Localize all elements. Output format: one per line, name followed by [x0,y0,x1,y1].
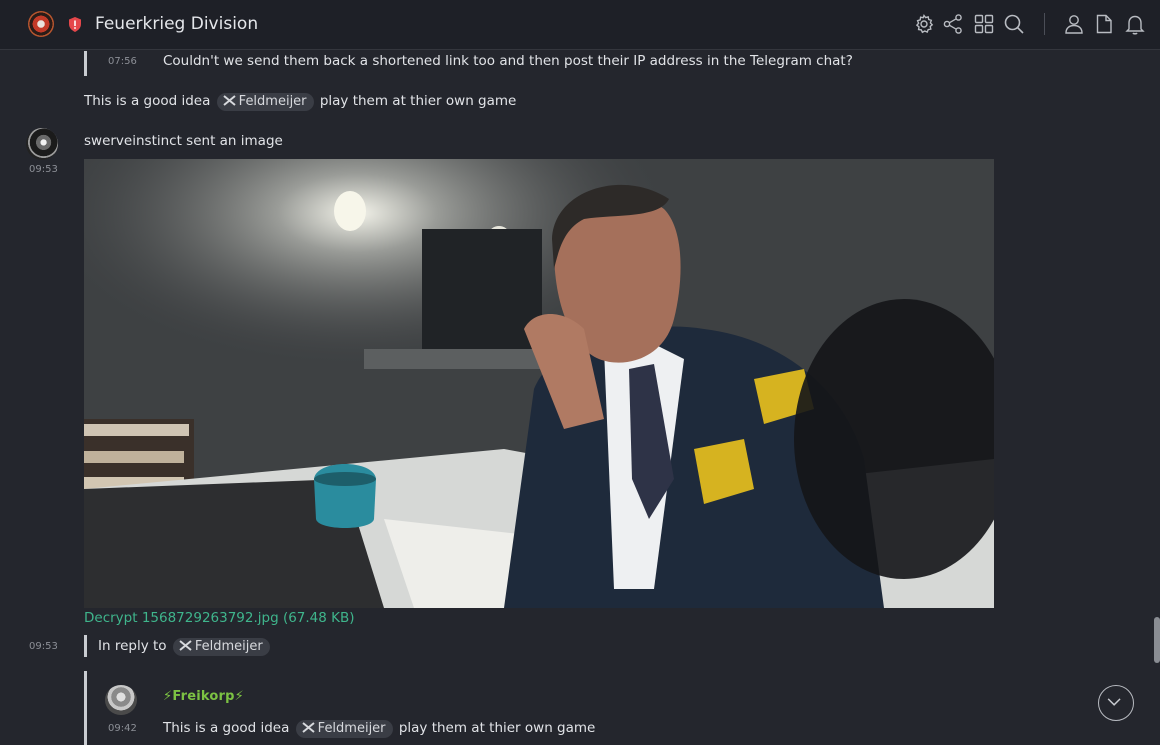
user-mention-pill[interactable]: Feldmeijer [295,720,393,738]
message-text-after: play them at thier own game [398,720,596,736]
office-photo-illustration [84,159,994,608]
user-mention-pill[interactable]: Feldmeijer [216,93,314,111]
mention-name: Feldmeijer [194,639,263,654]
mention-avatar-icon [302,722,315,733]
message-image[interactable] [84,159,994,608]
search-icon[interactable] [1003,13,1025,35]
message-timestamp: 09:42 [108,723,137,734]
mention-avatar-icon [223,95,236,106]
message-text-before: This is a good idea [84,93,211,109]
bell-icon[interactable] [1124,13,1146,35]
message-timestamp: 07:56 [108,56,137,67]
user-avatar[interactable] [105,685,137,715]
apps-grid-icon[interactable] [973,13,995,35]
user-icon[interactable] [1063,13,1085,35]
mention-name: Feldmeijer [238,94,307,109]
in-reply-to-line: In reply to Feldmeijer [98,638,272,656]
message-timestamp: 09:53 [29,164,58,175]
room-header: Feuerkrieg Division [0,0,1160,50]
in-reply-to-label: In reply to [98,638,167,654]
message-text-after: play them at thier own game [319,93,517,109]
quote-bar [84,51,87,76]
header-divider [1044,13,1045,35]
settings-icon[interactable] [913,13,935,35]
mention-name: Feldmeijer [317,721,386,736]
quoted-sender-name[interactable]: ⚡Freikorp⚡ [163,689,244,704]
image-download-link[interactable]: Decrypt 1568729263792.jpg (67.48 KB) [84,610,355,626]
message-text-before: This is a good idea [163,720,290,736]
quoted-message-text: Couldn't we send them back a shortened l… [163,53,853,69]
quote-bar [84,671,87,745]
file-icon[interactable] [1093,13,1115,35]
chevron-down-icon [1107,698,1121,706]
room-avatar[interactable] [28,11,54,37]
user-avatar[interactable] [26,128,58,160]
message-timestamp: 09:53 [29,641,58,652]
message-body: This is a good idea Feldmeijer play them… [84,93,516,111]
share-icon[interactable] [942,13,964,35]
scrollbar-thumb[interactable] [1154,617,1160,663]
shield-warning-icon[interactable] [68,17,82,32]
image-sender-notice: swerveinstinct sent an image [84,133,283,149]
user-mention-pill[interactable]: Feldmeijer [172,638,270,656]
room-title: Feuerkrieg Division [95,14,259,34]
quoted-message-body: This is a good idea Feldmeijer play them… [163,720,595,738]
message-timeline[interactable]: 07:56 Couldn't we send them back a short… [0,51,1160,745]
mention-avatar-icon [179,640,192,651]
reply-quote-bar [84,635,87,657]
jump-to-bottom-button[interactable] [1098,685,1134,721]
